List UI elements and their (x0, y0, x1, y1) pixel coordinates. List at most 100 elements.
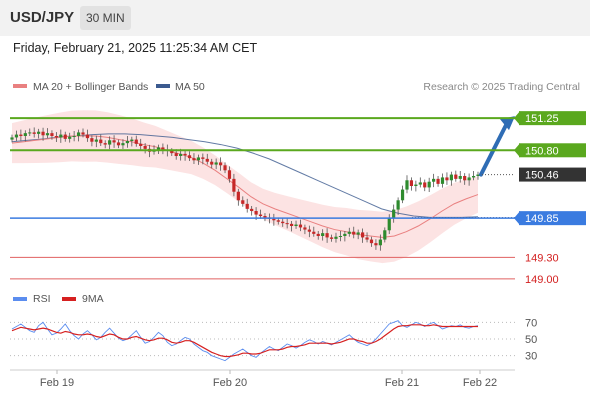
candle-body (179, 153, 183, 156)
candle-body (392, 209, 396, 219)
candle-body (285, 223, 289, 225)
x-tick-label: Feb 21 (385, 377, 419, 389)
candle-body (28, 132, 32, 134)
rsi-tick-50: 50 (525, 334, 537, 346)
candle-body (45, 133, 50, 136)
rsi-line (11, 320, 479, 362)
candle-body (396, 200, 400, 210)
candle-body (409, 180, 414, 186)
candle-body (352, 231, 356, 235)
candle-body (10, 137, 14, 140)
level-150-46-label: 150.46 (525, 170, 559, 182)
candle-body (458, 176, 462, 179)
candle-body (250, 208, 254, 211)
candle-body (32, 132, 36, 134)
legend-rsi-swatch (13, 297, 27, 301)
candle-body (143, 146, 147, 149)
candle-body (414, 184, 418, 186)
rsi-plot-area: 70 50 30 (10, 317, 537, 363)
legend-ma20-label: MA 20 + Bollinger Bands (33, 81, 148, 93)
candle-body (76, 132, 81, 136)
legend-rsi-label: RSI (33, 293, 51, 305)
candle-body (187, 155, 192, 159)
candle-body (23, 133, 27, 136)
candle-body (356, 232, 360, 235)
candle-body (312, 231, 316, 234)
candle-body (254, 211, 258, 215)
rsi-9ma-line (11, 324, 478, 358)
candle-body (161, 147, 165, 150)
price-plot-area (10, 110, 515, 264)
candle-body (298, 224, 303, 228)
candle-body (423, 182, 427, 188)
candle-body (374, 243, 378, 246)
candle-body (170, 151, 174, 154)
candle-body (54, 136, 58, 138)
candle-body (338, 236, 343, 237)
rsi-tick-70: 70 (525, 317, 537, 329)
candle-body (436, 178, 440, 184)
candle-body (210, 161, 214, 165)
candle-body (316, 233, 320, 236)
candle-body (241, 200, 245, 204)
candle-body (378, 239, 382, 246)
candle-body (68, 136, 72, 139)
candle-body (205, 158, 209, 162)
level-150-80-label: 150.80 (525, 145, 559, 157)
level-149-30-label: 149.30 (525, 252, 559, 264)
candle-body (467, 177, 471, 181)
candle-body (449, 174, 453, 181)
candle-body (303, 227, 307, 230)
candle-body (59, 134, 63, 138)
rsi-tick-30: 30 (525, 351, 537, 363)
candle-body (112, 140, 116, 143)
candle-body (365, 237, 369, 240)
candle-body (37, 131, 41, 134)
candle-body (361, 232, 365, 238)
candle-body (432, 178, 436, 182)
candle-body (130, 139, 134, 141)
candle-body (227, 170, 232, 179)
x-tick-label: Feb 19 (40, 377, 74, 389)
level-149-00-label: 149.00 (525, 274, 559, 286)
candle-body (347, 231, 351, 234)
candle-body (14, 134, 19, 138)
candle-body (94, 139, 98, 142)
legend-ma50-label: MA 50 (175, 81, 205, 93)
source-credit: Research © 2025 Trading Central (423, 81, 580, 93)
candle-body (258, 214, 263, 216)
candle-body (50, 133, 54, 136)
candle-body (387, 218, 391, 231)
level-149-85-label: 149.85 (525, 213, 559, 225)
candle-body (369, 239, 374, 244)
candle-body (418, 182, 422, 185)
candle-body (263, 216, 267, 218)
candle-body (321, 233, 325, 236)
candle-body (90, 138, 94, 142)
x-axis: Feb 19 Feb 20 Feb 21 Feb 22 (40, 370, 497, 389)
candle-body (63, 134, 67, 139)
x-tick-label: Feb 20 (213, 377, 247, 389)
candle-body (72, 136, 76, 137)
candle-body (463, 176, 467, 181)
level-151-25-label: 151.25 (525, 113, 559, 125)
candle-body (427, 181, 431, 188)
candle-body (294, 224, 298, 226)
candle-body (325, 233, 329, 238)
candle-body (400, 189, 405, 201)
candle-body (99, 139, 103, 144)
candle-body (440, 177, 445, 184)
legend-9ma-swatch (62, 297, 76, 301)
x-tick-label: Feb 22 (463, 377, 497, 389)
candle-body (192, 158, 196, 161)
candle-body (81, 132, 85, 135)
candle-body (276, 220, 280, 222)
legend-ma50-swatch (156, 84, 170, 88)
candle-body (214, 162, 218, 165)
candle-body (139, 143, 143, 146)
legend-9ma-label: 9MA (82, 293, 104, 305)
candle-body (232, 178, 236, 192)
candle-body (121, 143, 125, 146)
candle-body (134, 139, 138, 144)
candle-body (334, 236, 338, 239)
